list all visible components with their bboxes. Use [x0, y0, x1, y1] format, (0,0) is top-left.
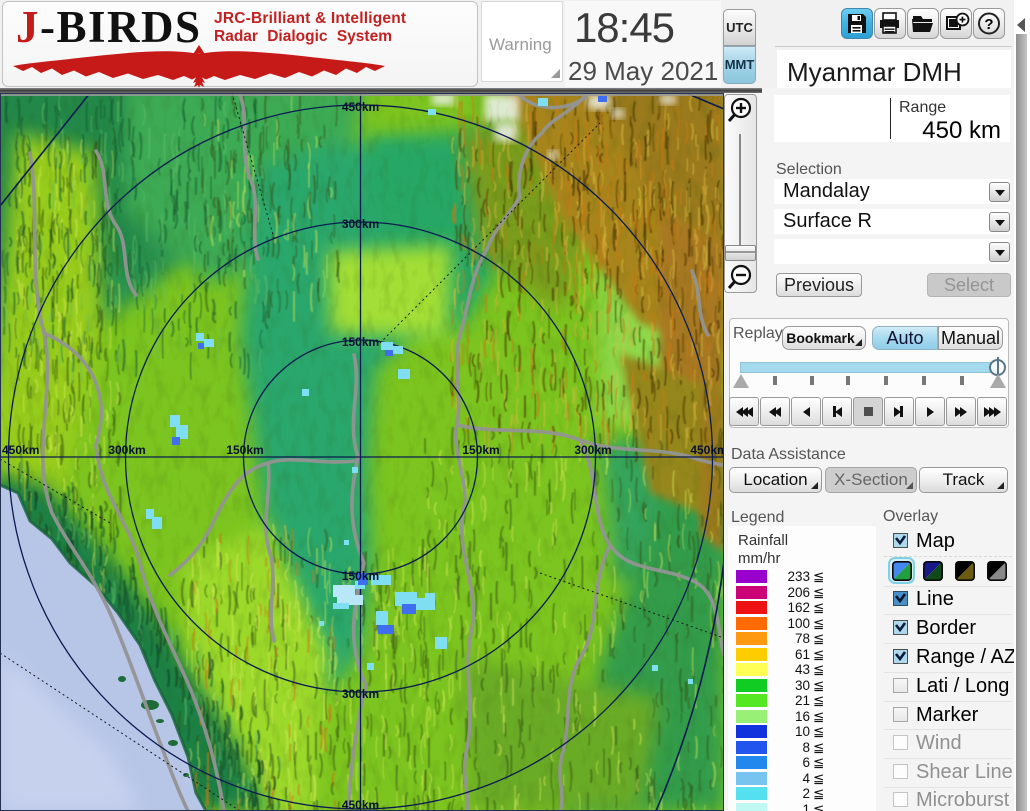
- svg-text:300km: 300km: [574, 443, 611, 457]
- svg-text:450km: 450km: [342, 798, 379, 811]
- svg-text:300km: 300km: [342, 217, 379, 231]
- svg-text:150km: 150km: [226, 443, 263, 457]
- svg-text:?: ?: [984, 16, 993, 33]
- svg-text:300km: 300km: [342, 687, 379, 701]
- svg-text:150km: 150km: [342, 569, 379, 583]
- svg-text:450km: 450km: [690, 443, 724, 457]
- svg-text:150km: 150km: [342, 335, 379, 349]
- svg-text:450km: 450km: [342, 100, 379, 114]
- svg-text:300km: 300km: [108, 443, 145, 457]
- svg-text:450km: 450km: [2, 443, 39, 457]
- svg-text:150km: 150km: [462, 443, 499, 457]
